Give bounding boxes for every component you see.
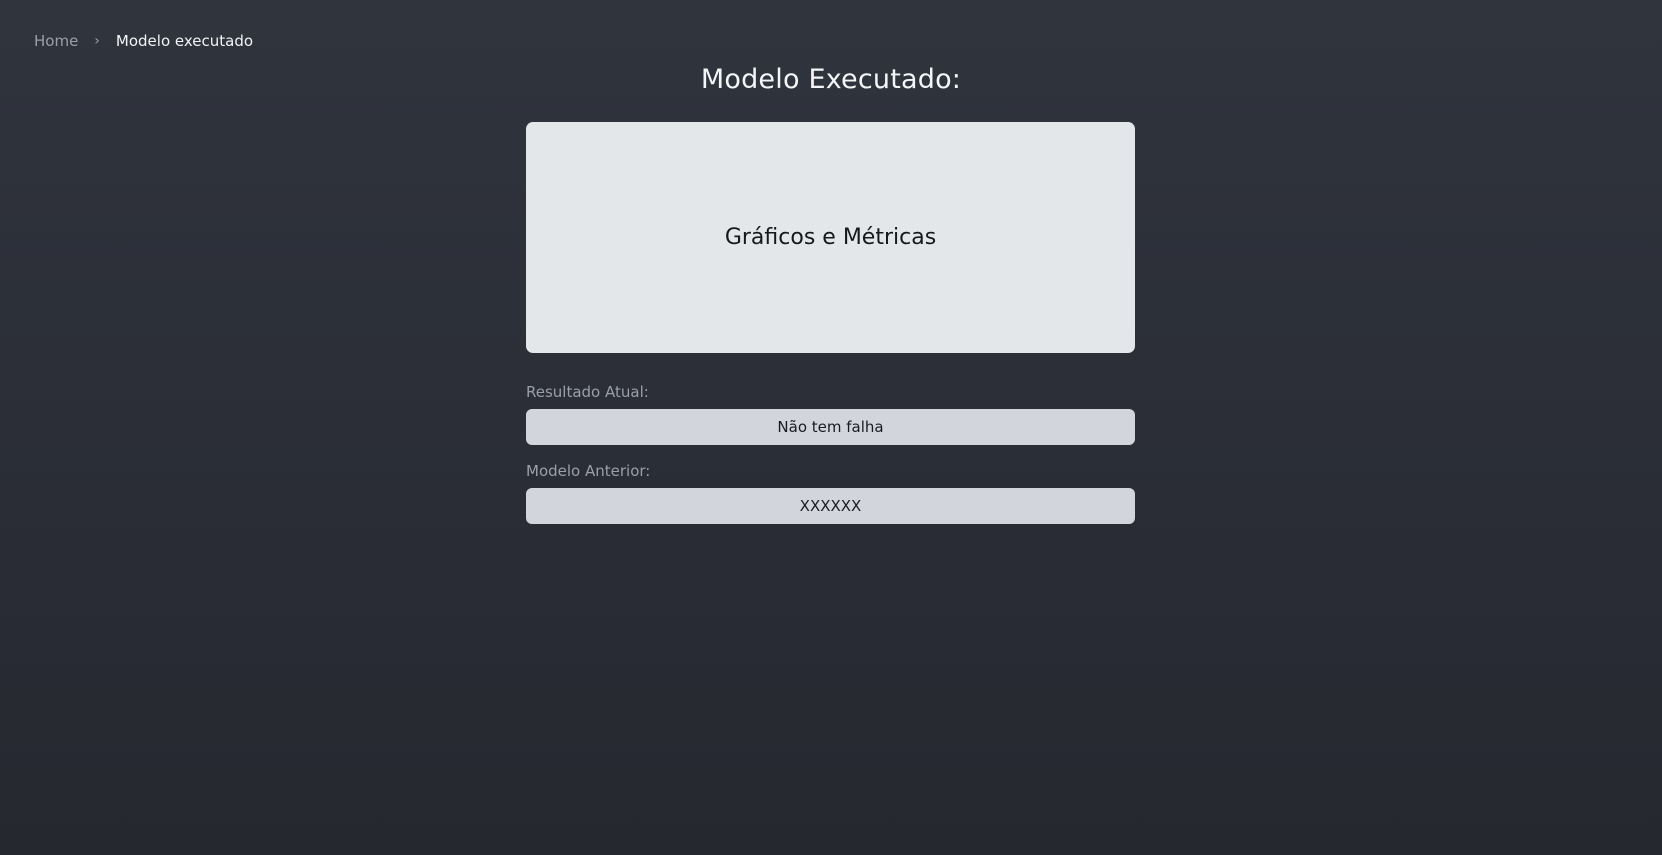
- page-title: Modelo Executado:: [700, 64, 962, 95]
- breadcrumb-current: Modelo executado: [115, 32, 254, 50]
- chevron-right-icon: ›: [94, 33, 100, 49]
- breadcrumb-home-link[interactable]: Home: [34, 32, 78, 50]
- charts-metrics-label: Gráficos e Métricas: [724, 225, 937, 250]
- main-content: Gráficos e Métricas Resultado Atual: Não…: [526, 122, 1135, 524]
- previous-model-label: Modelo Anterior:: [526, 462, 651, 480]
- charts-metrics-card: Gráficos e Métricas: [526, 122, 1135, 353]
- previous-model-value: XXXXXX: [799, 497, 862, 515]
- breadcrumb: Home › Modelo executado: [34, 32, 253, 50]
- current-result-field: Não tem falha: [526, 409, 1135, 445]
- current-result-value: Não tem falha: [777, 418, 884, 436]
- current-result-label: Resultado Atual:: [526, 383, 649, 401]
- previous-model-field: XXXXXX: [526, 488, 1135, 524]
